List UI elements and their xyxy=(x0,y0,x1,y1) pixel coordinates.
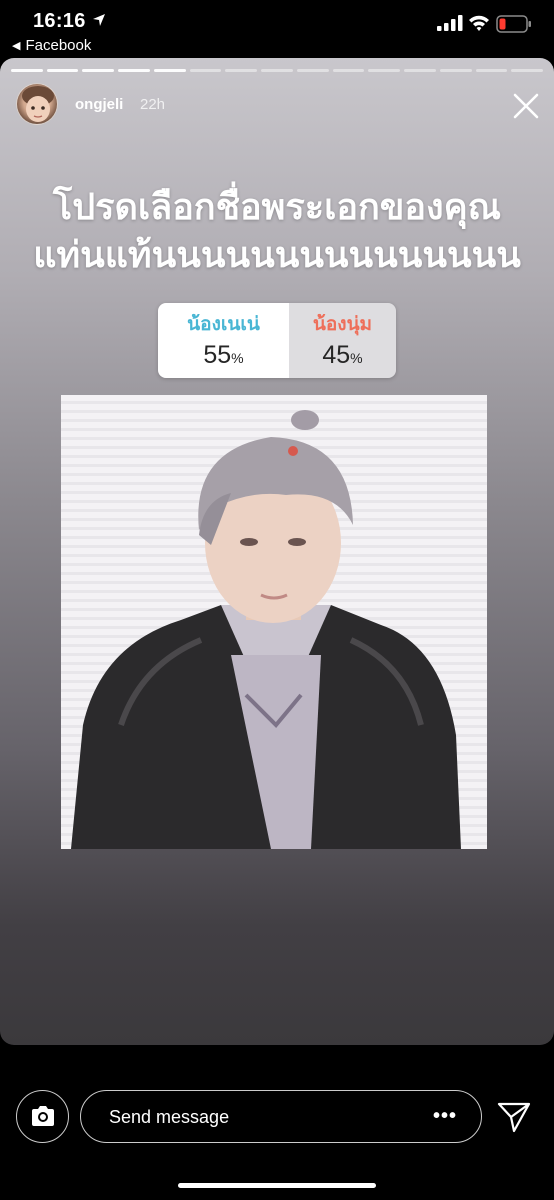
story-username[interactable]: ongjeli xyxy=(75,96,123,113)
poll-option-1[interactable]: น้องเนเน่ 55% xyxy=(158,303,289,378)
camera-icon xyxy=(32,1106,54,1126)
story-headline: โปรดเลือกชื่อพระเอกของคุณ แท่นแท้นนนนนนน… xyxy=(20,184,534,280)
progress-segment xyxy=(153,69,186,72)
progress-segment xyxy=(82,69,115,72)
progress-segment xyxy=(332,69,365,72)
headline-line-1: โปรดเลือกชื่อพระเอกของคุณ xyxy=(52,187,502,228)
progress-segment xyxy=(404,69,436,72)
poll-option-2[interactable]: น้องนุ่ม 45% xyxy=(289,303,396,378)
status-bar: 16:16 ◀ Facebook xyxy=(0,0,554,58)
status-time: 16:16 xyxy=(33,10,86,32)
progress-segment xyxy=(475,69,508,72)
headline-line-2: แท่นแท้นนนนนนนนนนนนนนน xyxy=(33,235,521,276)
story-photo xyxy=(61,395,487,849)
location-arrow-icon xyxy=(93,14,105,26)
battery-icon xyxy=(496,15,531,33)
progress-segment xyxy=(511,69,544,72)
progress-segment xyxy=(11,69,43,72)
avatar-photo xyxy=(22,86,54,122)
progress-segment xyxy=(189,69,222,72)
send-icon[interactable] xyxy=(497,1101,531,1133)
reply-bar: Send message ••• xyxy=(0,1045,554,1200)
progress-segment xyxy=(118,69,150,72)
progress-segment xyxy=(261,69,293,72)
poll-sticker[interactable]: น้องเนเน่ 55% น้องนุ่ม 45% xyxy=(158,303,396,378)
back-triangle-icon: ◀ xyxy=(12,40,21,52)
back-to-app-link[interactable]: ◀ Facebook xyxy=(12,37,91,54)
story-age: 22h xyxy=(140,96,166,113)
camera-button[interactable] xyxy=(16,1090,69,1143)
story-progress-bar xyxy=(11,69,544,72)
home-indicator[interactable] xyxy=(178,1183,376,1188)
poll-option-1-label: น้องเนเน่ xyxy=(187,313,260,335)
avatar[interactable] xyxy=(16,83,58,125)
progress-segment xyxy=(296,69,329,72)
progress-segment xyxy=(439,69,472,72)
progress-segment xyxy=(368,69,401,72)
close-icon[interactable] xyxy=(511,91,541,121)
send-message-placeholder: Send message xyxy=(109,1107,230,1127)
progress-segment xyxy=(46,69,79,72)
back-app-label: Facebook xyxy=(25,37,92,54)
story-card[interactable]: ongjeli 22h โปรดเลือกชื่อพระเอกของคุณ แท… xyxy=(0,58,554,1045)
poll-option-2-label: น้องนุ่ม xyxy=(312,313,373,335)
signal-icon xyxy=(437,15,463,31)
send-message-input[interactable]: Send message ••• xyxy=(80,1090,482,1143)
wifi-icon xyxy=(469,15,489,31)
poll-option-1-percent: 55% xyxy=(203,341,244,369)
progress-segment xyxy=(225,69,258,72)
person-illustration xyxy=(71,410,461,849)
more-options-icon[interactable]: ••• xyxy=(433,1105,457,1128)
poll-option-2-percent: 45% xyxy=(322,341,363,369)
